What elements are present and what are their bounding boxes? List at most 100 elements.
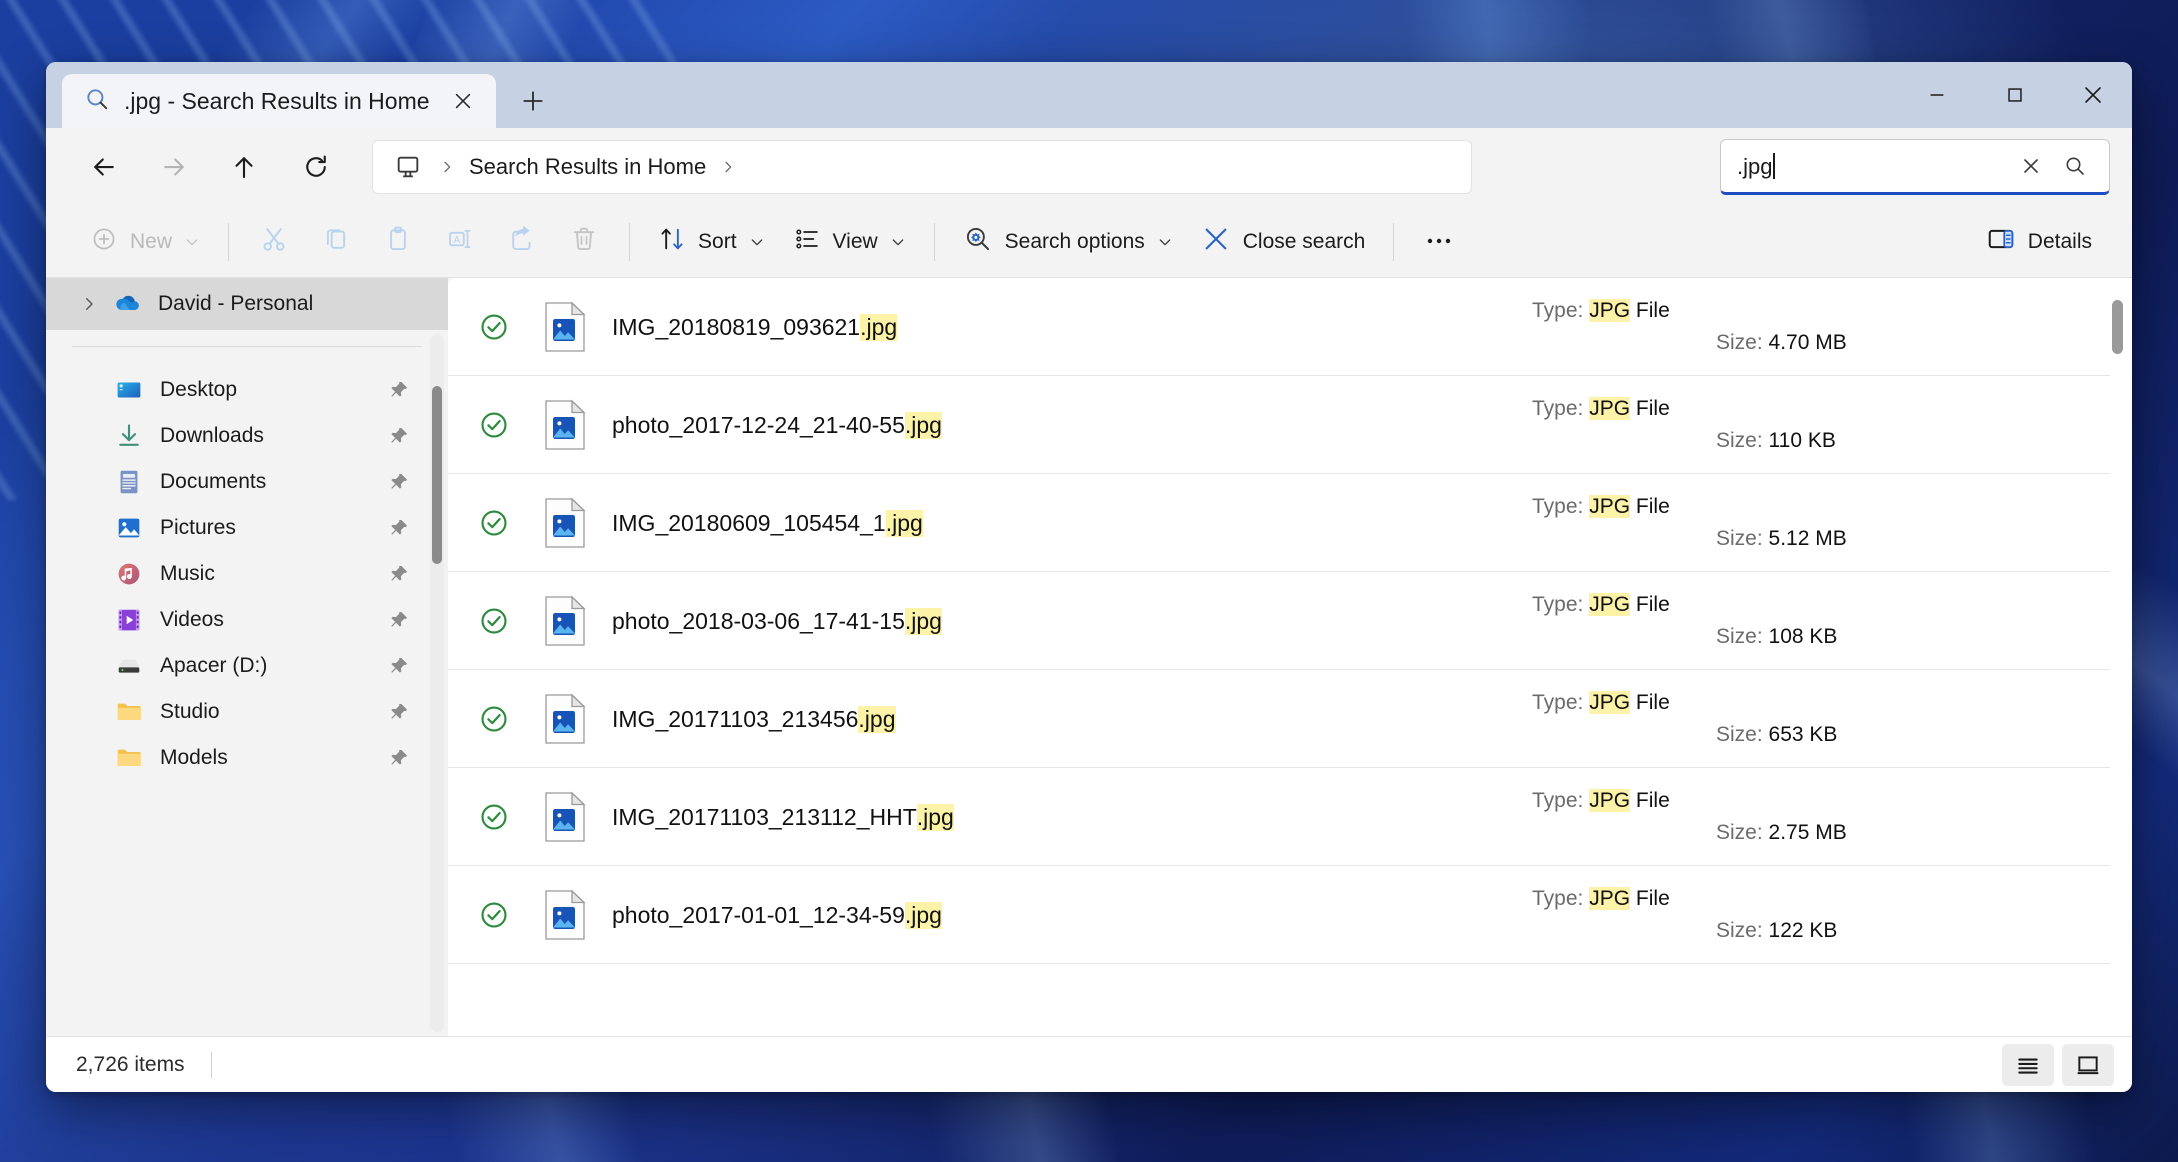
sort-icon [658, 225, 686, 259]
cut-button[interactable] [243, 217, 305, 267]
search-options-icon [963, 224, 993, 260]
title-bar: .jpg - Search Results in Home [46, 62, 2132, 128]
forward-button[interactable] [146, 139, 202, 195]
sync-status-icon [462, 768, 526, 866]
file-type-suffix: File [1635, 299, 1670, 322]
back-button[interactable] [76, 139, 132, 195]
file-type-highlight: JPG [1589, 593, 1631, 616]
chevron-right-icon[interactable] [72, 295, 106, 313]
copy-button[interactable] [305, 217, 367, 267]
share-icon [507, 224, 537, 260]
file-name: photo_2017-01-01_12-34-59 .jpg [604, 866, 1532, 964]
toolbar-divider [933, 222, 935, 261]
table-row[interactable]: IMG_20180609_105454_1 .jpg Type: JPG File… [448, 474, 2110, 572]
sidebar-item-models[interactable]: Models [56, 735, 438, 781]
table-row[interactable]: IMG_20180819_093621 .jpg Type: JPG File S… [448, 278, 2110, 376]
sidebar-item-documents[interactable]: Documents [56, 459, 438, 505]
large-icons-view-toggle-icon[interactable] [2062, 1043, 2114, 1086]
breadcrumb-path[interactable]: Search Results in Home [469, 154, 706, 180]
file-type: Type: JPG File [1532, 887, 2092, 911]
sidebar-item-onedrive[interactable]: David - Personal [46, 278, 448, 330]
table-row[interactable]: IMG_20171103_213112_HHT .jpg Type: JPG Fi… [448, 768, 2110, 866]
file-size: Size: 2.75 MB [1532, 821, 2092, 845]
sidebar-item-pictures[interactable]: Pictures [56, 505, 438, 551]
paste-button[interactable] [367, 217, 429, 267]
search-input[interactable]: .jpg [1720, 139, 2110, 195]
share-button[interactable] [491, 217, 553, 267]
search-options-button[interactable]: Search options [949, 217, 1187, 267]
sidebar-scrollbar-thumb[interactable] [432, 386, 442, 564]
file-name-ext-highlight: .jpg [885, 509, 923, 537]
view-button[interactable]: View [779, 217, 920, 267]
sidebar-item-apacer-d[interactable]: Apacer (D:) [56, 643, 438, 689]
file-size-value: 2.75 MB [1768, 821, 1847, 844]
window-controls [1898, 62, 2132, 128]
file-name-base: IMG_20171103_213112_HHT [612, 803, 917, 830]
jpg-file-icon [526, 768, 604, 866]
details-pane-label: Details [2027, 229, 2092, 253]
sidebar-item-desktop[interactable]: Desktop [56, 367, 438, 413]
pin-icon[interactable] [382, 609, 416, 631]
file-name-base: photo_2017-01-01_12-34-59 [612, 901, 905, 928]
pin-icon[interactable] [382, 701, 416, 723]
sidebar-item-music[interactable]: Music [56, 551, 438, 597]
file-type-suffix: File [1635, 887, 1670, 910]
tab-title: .jpg - Search Results in Home [124, 87, 430, 114]
details-view-toggle-icon[interactable] [2002, 1043, 2054, 1086]
breadcrumb[interactable]: Search Results in Home [372, 140, 1472, 194]
sidebar-item-videos[interactable]: Videos [56, 597, 438, 643]
pictures-icon [108, 513, 150, 543]
file-type-highlight: JPG [1589, 299, 1631, 322]
minimize-button[interactable] [1898, 62, 1976, 128]
file-size-label: Size: [1716, 821, 1763, 844]
table-row[interactable]: photo_2017-01-01_12-34-59 .jpg Type: JPG … [448, 866, 2110, 964]
close-search-button[interactable]: Close search [1187, 217, 1380, 267]
pin-icon[interactable] [382, 747, 416, 769]
clear-search-icon[interactable] [2009, 144, 2053, 188]
file-list-scrollbar[interactable] [2112, 286, 2128, 1028]
rename-button[interactable]: A [429, 217, 491, 267]
details-pane-icon [1986, 224, 2016, 260]
sidebar-item-studio[interactable]: Studio [56, 689, 438, 735]
file-size-label: Size: [1716, 331, 1763, 354]
sort-button-label: Sort [698, 229, 737, 253]
table-row[interactable]: photo_2017-12-24_21-40-55 .jpg Type: JPG … [448, 376, 2110, 474]
file-type: Type: JPG File [1532, 789, 2092, 813]
file-name-ext-highlight: .jpg [904, 607, 942, 635]
pin-icon[interactable] [382, 655, 416, 677]
close-button[interactable] [2054, 62, 2132, 128]
sync-status-icon [462, 278, 526, 376]
details-pane-button[interactable]: Details [1972, 217, 2106, 267]
table-row[interactable]: photo_2018-03-06_17-41-15 .jpg Type: JPG … [448, 572, 2110, 670]
up-button[interactable] [216, 139, 272, 195]
breadcrumb-chevron-icon[interactable] [712, 159, 744, 175]
table-row[interactable]: IMG_20171103_213456 .jpg Type: JPG File S… [448, 670, 2110, 768]
copy-icon [321, 224, 351, 260]
delete-button[interactable] [553, 217, 615, 267]
file-type-highlight: JPG [1589, 789, 1631, 812]
pin-icon[interactable] [382, 425, 416, 447]
sidebar-scrollbar[interactable] [430, 334, 444, 1032]
file-size: Size: 4.70 MB [1532, 331, 2092, 355]
pin-icon[interactable] [382, 379, 416, 401]
new-tab-icon[interactable] [514, 82, 552, 120]
rename-icon: A [445, 224, 475, 260]
sidebar-item-downloads[interactable]: Downloads [56, 413, 438, 459]
pin-icon[interactable] [382, 517, 416, 539]
plus-circle-icon [90, 225, 118, 259]
file-list-scrollbar-thumb[interactable] [2112, 300, 2123, 354]
close-tab-icon[interactable] [444, 82, 482, 120]
file-size: Size: 122 KB [1532, 919, 2092, 943]
sort-button[interactable]: Sort [644, 217, 779, 267]
search-submit-icon[interactable] [2053, 144, 2097, 188]
jpg-file-icon [526, 572, 604, 670]
new-button[interactable]: New [76, 217, 214, 267]
navigation-pane: David - Personal Desktop Downloads Docum… [46, 278, 448, 1036]
pin-icon[interactable] [382, 563, 416, 585]
pin-icon[interactable] [382, 471, 416, 493]
maximize-button[interactable] [1976, 62, 2054, 128]
sidebar-item-label: David - Personal [158, 292, 314, 315]
see-more-button[interactable] [1408, 217, 1470, 267]
tab-search-results[interactable]: .jpg - Search Results in Home [62, 74, 496, 128]
refresh-button[interactable] [288, 139, 344, 195]
